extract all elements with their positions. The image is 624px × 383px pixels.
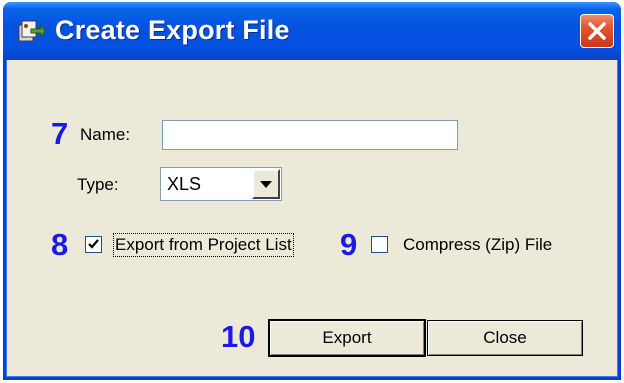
export-from-project-list-focus[interactable]: Export from Project List	[113, 233, 294, 257]
type-select[interactable]: XLS	[160, 167, 282, 201]
step-number-export-from-list: 8	[51, 227, 69, 262]
chevron-down-icon	[260, 181, 272, 188]
step-number-export: 10	[221, 319, 256, 354]
compress-zip-label: Compress (Zip) File	[403, 235, 553, 254]
dialog-title: Create Export File	[55, 15, 290, 45]
export-button[interactable]: Export	[268, 319, 426, 357]
export-from-project-list-checkbox[interactable]	[85, 236, 102, 253]
export-app-icon	[18, 20, 45, 42]
checkmark-icon	[88, 239, 99, 249]
dialog-body: 7 Name: Type: XLS 8 Export from Project …	[7, 60, 617, 376]
name-input[interactable]	[162, 120, 458, 150]
step-number-name: 7	[51, 116, 69, 151]
type-dropdown-button[interactable]	[252, 169, 280, 199]
type-label: Type:	[77, 175, 119, 194]
step-number-compress: 9	[340, 227, 358, 262]
compress-zip-checkbox[interactable]	[371, 236, 388, 253]
export-dialog: Create Export File 7 Name: Type: XLS 8 E…	[3, 2, 621, 380]
name-label: Name:	[80, 125, 131, 144]
title-bar[interactable]: Create Export File	[3, 2, 621, 60]
close-window-button[interactable]	[580, 14, 614, 48]
export-from-project-list-label: Export from Project List	[115, 235, 292, 254]
close-icon	[588, 22, 606, 40]
close-button[interactable]: Close	[427, 320, 583, 356]
type-select-value: XLS	[167, 174, 202, 194]
